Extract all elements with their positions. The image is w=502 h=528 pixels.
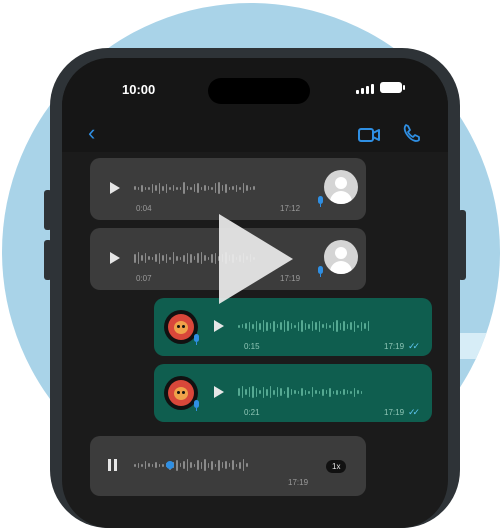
voice-message[interactable]: 0:15 17:19 ✓✓ [154,298,432,356]
avatar-placeholder-icon [324,240,358,274]
voice-duration: 0:07 [136,274,152,283]
play-icon[interactable] [110,182,120,194]
message-timestamp: 17:19 [288,478,309,487]
read-receipt-icon: ✓✓ [408,407,420,417]
play-icon[interactable] [214,386,224,398]
battery-icon [380,82,405,93]
waveform[interactable] [238,318,369,334]
message-timestamp: 17:19 [384,342,405,351]
voice-message[interactable]: 0:21 17:19 ✓✓ [154,364,432,422]
video-call-icon[interactable] [358,127,380,143]
video-play-overlay-icon[interactable] [219,214,293,304]
back-chevron-icon[interactable]: ‹ [88,120,95,146]
lion-avatar-icon [164,310,198,344]
microphone-icon [194,400,199,411]
chat-header: ‹ [62,118,448,152]
voice-message[interactable]: 0:04 17:12 [90,158,366,220]
voice-message-playing[interactable]: 1x 17:19 [90,436,366,496]
playback-position-handle[interactable] [166,461,174,469]
message-timestamp: 17:12 [280,204,301,213]
avatar-placeholder-icon [324,170,358,204]
voice-duration: 0:15 [244,342,260,351]
play-icon[interactable] [110,252,120,264]
waveform[interactable] [134,457,248,473]
waveform[interactable] [238,384,362,400]
read-receipt-icon: ✓✓ [408,341,420,351]
play-icon[interactable] [214,320,224,332]
dynamic-island [208,78,310,104]
status-bar: 10:00 [62,58,448,118]
pause-icon[interactable] [108,459,117,471]
microphone-icon [318,266,323,277]
lion-avatar-icon [164,376,198,410]
microphone-icon [318,196,323,207]
voice-duration: 0:21 [244,408,260,417]
phone-call-icon[interactable] [402,123,422,143]
status-time: 10:00 [122,82,156,97]
microphone-icon [194,334,199,345]
playback-speed-button[interactable]: 1x [326,460,347,473]
voice-duration: 0:04 [136,204,152,213]
waveform[interactable] [134,180,255,196]
message-timestamp: 17:19 [384,408,405,417]
signal-icon [356,84,374,94]
